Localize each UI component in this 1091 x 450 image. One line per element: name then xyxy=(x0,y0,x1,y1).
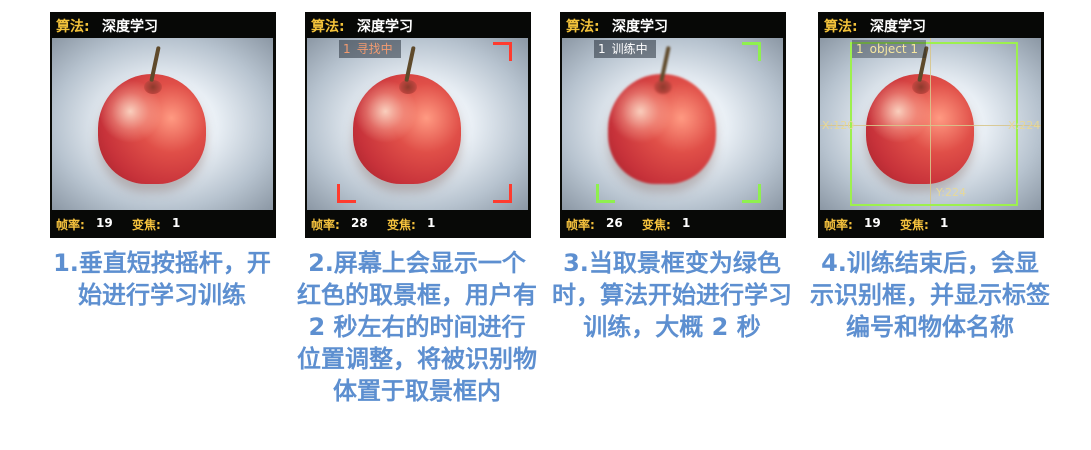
algorithm-label: 算法: xyxy=(56,19,90,35)
zoom-value: 1 xyxy=(682,216,691,230)
label-number: 1 xyxy=(856,42,864,56)
zoom-value: 1 xyxy=(427,216,436,230)
zoom-label: 变焦: xyxy=(900,218,929,232)
coord-right: X:224 xyxy=(1008,119,1041,132)
step-2: 算法: 深度学习 1 寻找中 帧率: 28 变焦: 1 2.屏幕上会显示一个红色的… xyxy=(297,0,565,450)
apple-image xyxy=(353,74,461,184)
fps-label: 帧率: xyxy=(566,218,595,232)
status-header: 算法: 深度学习 xyxy=(305,12,531,38)
apple-image xyxy=(608,74,716,184)
training-status-label: 1 训练中 xyxy=(594,40,656,58)
device-screen: 算法: 深度学习 1 训练中 帧率: 26 变焦: 1 xyxy=(560,12,786,238)
status-footer: 帧率: 19 变焦: 1 xyxy=(818,210,1044,238)
status-header: 算法: 深度学习 xyxy=(50,12,276,38)
zoom-value: 1 xyxy=(172,216,181,230)
coord-bottom: Y:224 xyxy=(936,186,966,199)
status-footer: 帧率: 19 变焦: 1 xyxy=(50,210,276,238)
status-header: 算法: 深度学习 xyxy=(818,12,1044,38)
device-screen: 算法: 深度学习 1 object 1 X:120 X:224 Y:224 帧率:… xyxy=(818,12,1044,238)
zoom-label: 变焦: xyxy=(642,218,671,232)
coord-left: X:120 xyxy=(822,119,855,132)
frame-corner-top-right xyxy=(493,42,512,61)
fps-value: 28 xyxy=(351,216,368,230)
status-footer: 帧率: 26 变焦: 1 xyxy=(560,210,786,238)
fps-value: 19 xyxy=(864,216,881,230)
camera-view: 1 object 1 X:120 X:224 Y:224 xyxy=(820,38,1041,210)
frame-corner-bottom-right xyxy=(742,184,761,203)
fps-value: 19 xyxy=(96,216,113,230)
camera-view xyxy=(52,38,273,210)
zoom-label: 变焦: xyxy=(387,218,416,232)
frame-corner-bottom-right xyxy=(493,184,512,203)
object-name: object 1 xyxy=(869,42,919,56)
status-text: 训练中 xyxy=(611,42,648,56)
algorithm-value: 深度学习 xyxy=(357,19,413,35)
status-footer: 帧率: 28 变焦: 1 xyxy=(305,210,531,238)
algorithm-value: 深度学习 xyxy=(870,19,926,35)
step-caption: 2.屏幕上会显示一个红色的取景框，用户有 2 秒左右的时间进行位置调整，将被识别… xyxy=(297,249,537,405)
label-number: 1 xyxy=(343,42,351,56)
apple-image xyxy=(98,74,206,184)
fps-label: 帧率: xyxy=(311,218,340,232)
device-screen: 算法: 深度学习 帧率: 19 变焦: 1 xyxy=(50,12,276,238)
algorithm-value: 深度学习 xyxy=(612,19,668,35)
label-number: 1 xyxy=(598,42,606,56)
device-screen: 算法: 深度学习 1 寻找中 帧率: 28 变焦: 1 xyxy=(305,12,531,238)
frame-corner-bottom-left xyxy=(337,184,356,203)
object-label: 1 object 1 xyxy=(852,40,927,58)
algorithm-value: 深度学习 xyxy=(102,19,158,35)
algorithm-label: 算法: xyxy=(566,19,600,35)
camera-view: 1 训练中 xyxy=(562,38,783,210)
algorithm-label: 算法: xyxy=(824,19,858,35)
step-caption: 4.训练结束后，会显示识别框，并显示标签编号和物体名称 xyxy=(810,249,1050,341)
zoom-label: 变焦: xyxy=(132,218,161,232)
detection-box xyxy=(850,42,1018,206)
camera-view: 1 寻找中 xyxy=(307,38,528,210)
frame-corner-bottom-left xyxy=(596,184,615,203)
frame-corner-top-right xyxy=(742,42,761,61)
step-1: 算法: 深度学习 帧率: 19 变焦: 1 1.垂直短按摇杆，开始进行学习训练 xyxy=(50,0,310,450)
step-caption: 3.当取景框变为绿色时，算法开始进行学习训练，大概 2 秒 xyxy=(552,249,792,341)
fps-label: 帧率: xyxy=(56,218,85,232)
status-text: 寻找中 xyxy=(356,42,393,56)
step-caption: 1.垂直短按摇杆，开始进行学习训练 xyxy=(53,249,271,309)
algorithm-label: 算法: xyxy=(311,19,345,35)
fps-label: 帧率: xyxy=(824,218,853,232)
zoom-value: 1 xyxy=(940,216,949,230)
fps-value: 26 xyxy=(606,216,623,230)
search-status-label: 1 寻找中 xyxy=(339,40,401,58)
status-header: 算法: 深度学习 xyxy=(560,12,786,38)
step-4: 算法: 深度学习 1 object 1 X:120 X:224 Y:224 帧率:… xyxy=(810,0,1078,450)
step-3: 算法: 深度学习 1 训练中 帧率: 26 变焦: 1 3.当取景框变为绿色时，算… xyxy=(552,0,820,450)
